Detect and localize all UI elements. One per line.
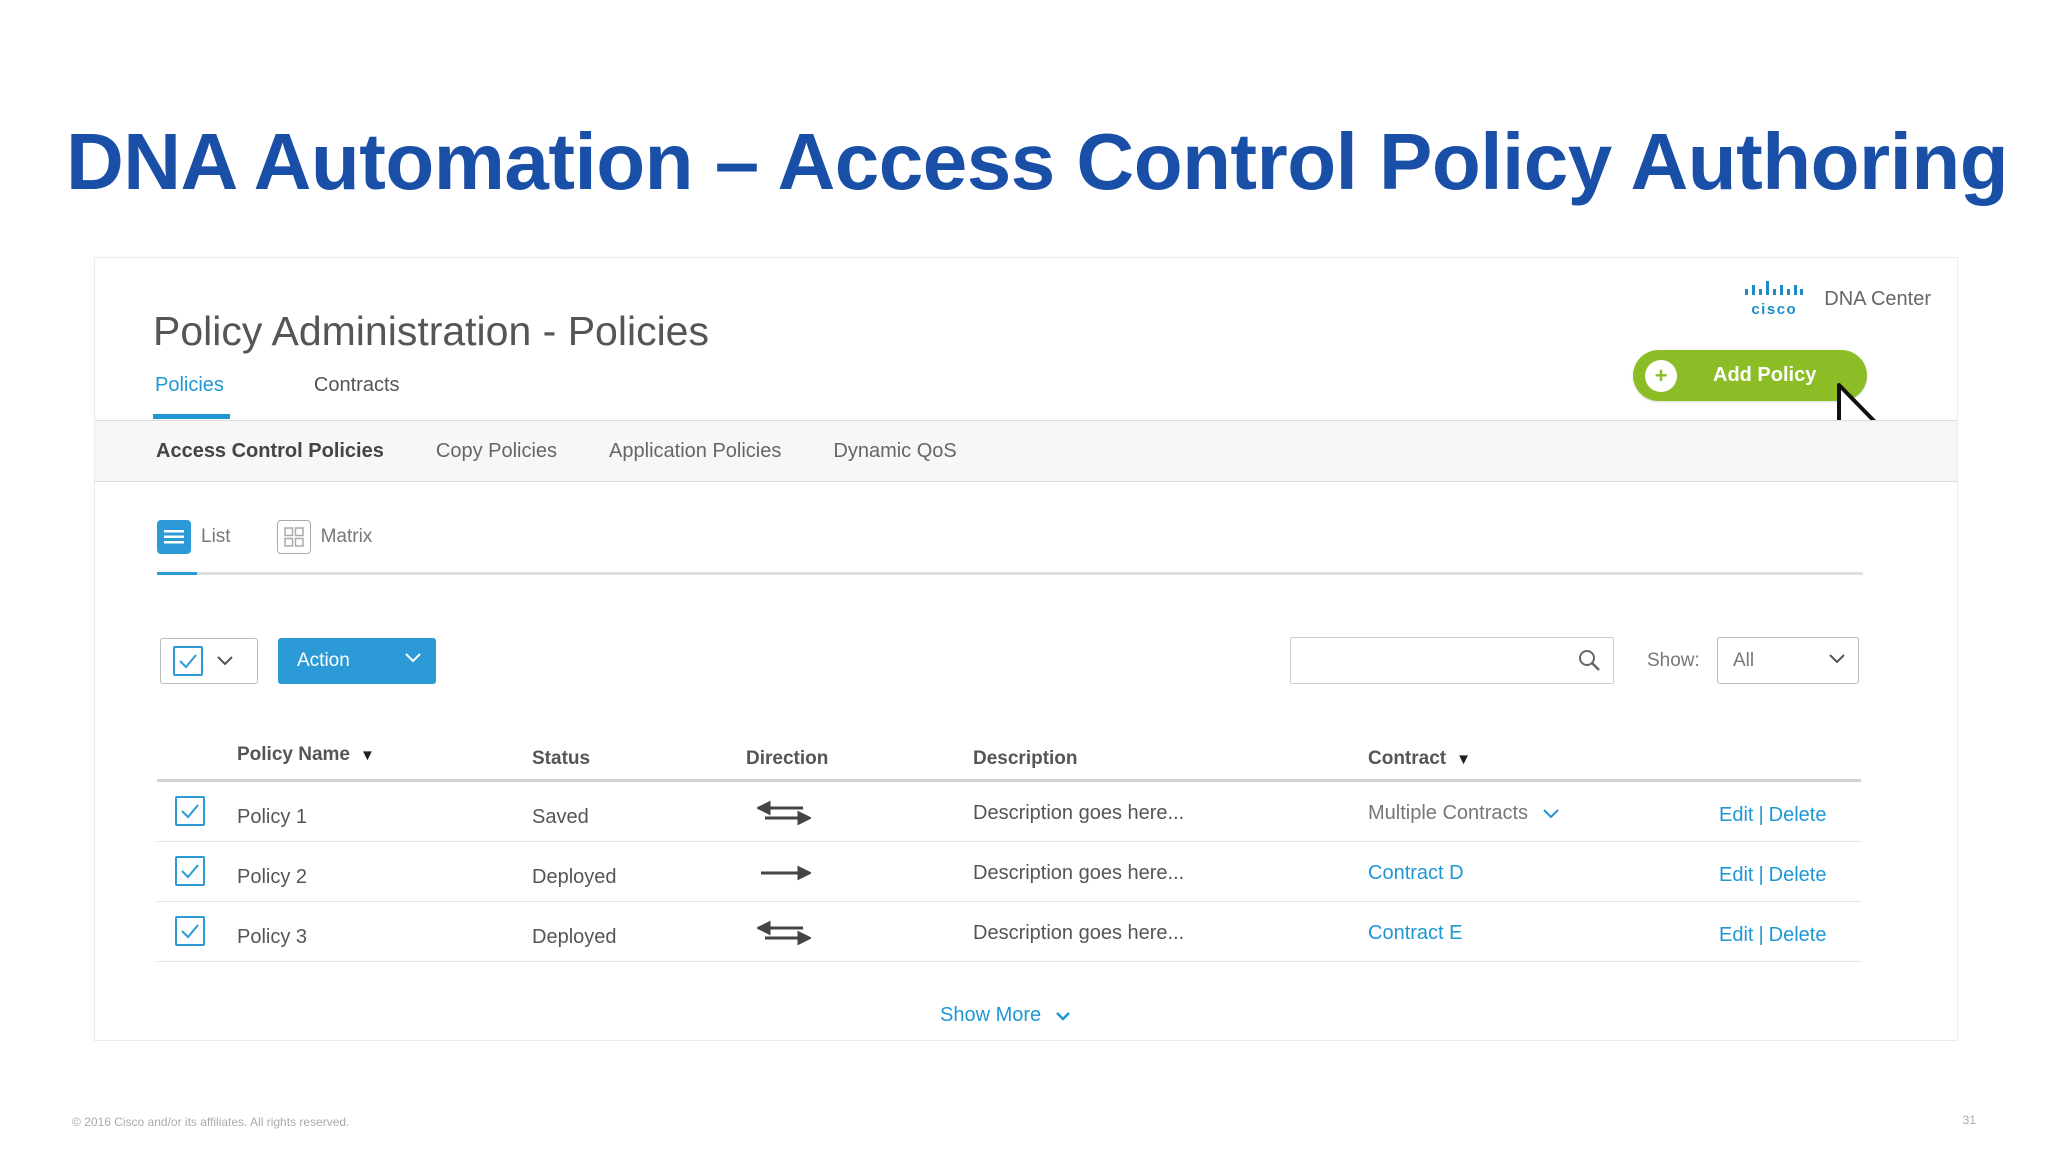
row-actions: Edit | Delete xyxy=(1719,924,1827,946)
brand: cisco DNA Center xyxy=(1744,280,1931,318)
select-all-checkbox[interactable] xyxy=(173,646,203,676)
view-active-indicator xyxy=(157,572,197,575)
page-number: 31 xyxy=(1962,1113,1976,1127)
column-header-contract[interactable]: Contract ▼ xyxy=(1368,748,1471,770)
policy-name: Policy 2 xyxy=(237,866,308,888)
search-input[interactable] xyxy=(1290,637,1614,684)
chevron-down-icon xyxy=(1829,654,1845,664)
policies-table: Policy Name ▼ Status Direction Descriptio… xyxy=(157,728,1861,962)
contract-link[interactable]: Contract D xyxy=(1368,862,1464,885)
table-header: Policy Name ▼ Status Direction Descriptio… xyxy=(157,728,1861,782)
matrix-view-option[interactable]: Matrix xyxy=(276,520,373,554)
chevron-down-icon xyxy=(1056,1011,1071,1021)
select-all-dropdown[interactable] xyxy=(160,638,258,684)
row-checkbox[interactable] xyxy=(175,916,205,946)
show-filter-select[interactable]: All xyxy=(1717,637,1859,684)
policy-description: Description goes here... xyxy=(973,862,1185,884)
search-icon[interactable] xyxy=(1577,648,1601,672)
add-policy-label: Add Policy xyxy=(1713,364,1817,386)
list-icon xyxy=(157,520,191,554)
sort-caret-icon: ▼ xyxy=(1456,751,1471,768)
list-view-option[interactable]: List xyxy=(157,520,231,554)
policy-name: Policy 3 xyxy=(237,926,308,948)
delete-link[interactable]: Delete xyxy=(1769,804,1827,826)
table-row: Policy 2 Deployed Description goes here.… xyxy=(157,842,1861,902)
action-label: Action xyxy=(297,650,350,671)
show-filter-label: Show: xyxy=(1647,650,1700,671)
policy-status: Deployed xyxy=(532,866,617,888)
subnav-application-policies[interactable]: Application Policies xyxy=(609,440,781,463)
policy-status: Deployed xyxy=(532,926,617,948)
tab-contracts[interactable]: Contracts xyxy=(314,374,400,419)
table-row: Policy 3 Deployed Description goes here.… xyxy=(157,902,1861,962)
row-checkbox[interactable] xyxy=(175,856,205,886)
page-title: Policy Administration - Policies xyxy=(153,308,709,354)
sub-navigation: Access Control Policies Copy Policies Ap… xyxy=(95,420,1957,482)
edit-link[interactable]: Edit xyxy=(1719,864,1753,886)
edit-link[interactable]: Edit xyxy=(1719,924,1753,946)
contract-link[interactable]: Contract E xyxy=(1368,922,1462,945)
column-header-policy-name[interactable]: Policy Name ▼ xyxy=(237,744,375,766)
add-policy-button[interactable]: + Add Policy xyxy=(1633,350,1867,401)
table-row: Policy 1 Saved Description goes here... … xyxy=(157,782,1861,842)
row-actions: Edit | Delete xyxy=(1719,804,1827,826)
action-dropdown-button[interactable]: Action xyxy=(278,638,436,684)
row-checkbox[interactable] xyxy=(175,796,205,826)
top-tabs: Policies Contracts xyxy=(153,374,490,419)
grid-icon xyxy=(276,520,311,554)
edit-link[interactable]: Edit xyxy=(1719,804,1753,826)
dna-center-window: cisco DNA Center Policy Administration -… xyxy=(94,257,1958,1041)
policy-description: Description goes here... xyxy=(973,922,1185,944)
copyright-notice: © 2016 Cisco and/or its affiliates. All … xyxy=(72,1115,350,1129)
column-header-direction: Direction xyxy=(746,748,829,769)
subnav-copy-policies[interactable]: Copy Policies xyxy=(436,440,557,463)
plus-icon: + xyxy=(1645,359,1677,392)
subnav-dynamic-qos[interactable]: Dynamic QoS xyxy=(833,440,956,463)
row-actions: Edit | Delete xyxy=(1719,864,1827,886)
view-divider xyxy=(157,572,1863,575)
show-filter-value: All xyxy=(1733,649,1755,671)
bidirectional-arrow-icon xyxy=(757,920,811,946)
column-header-description: Description xyxy=(973,748,1078,769)
product-name: DNA Center xyxy=(1824,287,1931,310)
policy-description: Description goes here... xyxy=(973,802,1185,824)
tab-policies[interactable]: Policies xyxy=(153,374,230,419)
sort-caret-icon: ▼ xyxy=(360,747,375,764)
chevron-down-icon xyxy=(1543,808,1559,818)
show-more-label: Show More xyxy=(940,1004,1042,1026)
cisco-logo-text: cisco xyxy=(1751,301,1798,318)
cisco-logo-icon: cisco xyxy=(1744,280,1804,318)
right-arrow-icon xyxy=(761,865,811,881)
delete-link[interactable]: Delete xyxy=(1769,864,1827,886)
bidirectional-arrow-icon xyxy=(757,800,811,826)
matrix-view-label: Matrix xyxy=(320,526,373,547)
chevron-down-icon xyxy=(405,653,421,663)
subnav-access-control-policies[interactable]: Access Control Policies xyxy=(156,440,384,463)
list-view-label: List xyxy=(201,526,231,547)
contract-dropdown[interactable]: Multiple Contracts xyxy=(1368,802,1560,825)
show-more-button[interactable]: Show More xyxy=(940,1004,1071,1027)
delete-link[interactable]: Delete xyxy=(1769,924,1827,946)
policy-name: Policy 1 xyxy=(237,806,308,828)
slide-title: DNA Automation – Access Control Policy A… xyxy=(66,117,2009,206)
view-toggle: List Matrix xyxy=(157,520,418,554)
column-header-status: Status xyxy=(532,748,591,769)
chevron-down-icon xyxy=(217,656,233,666)
policy-status: Saved xyxy=(532,806,589,828)
